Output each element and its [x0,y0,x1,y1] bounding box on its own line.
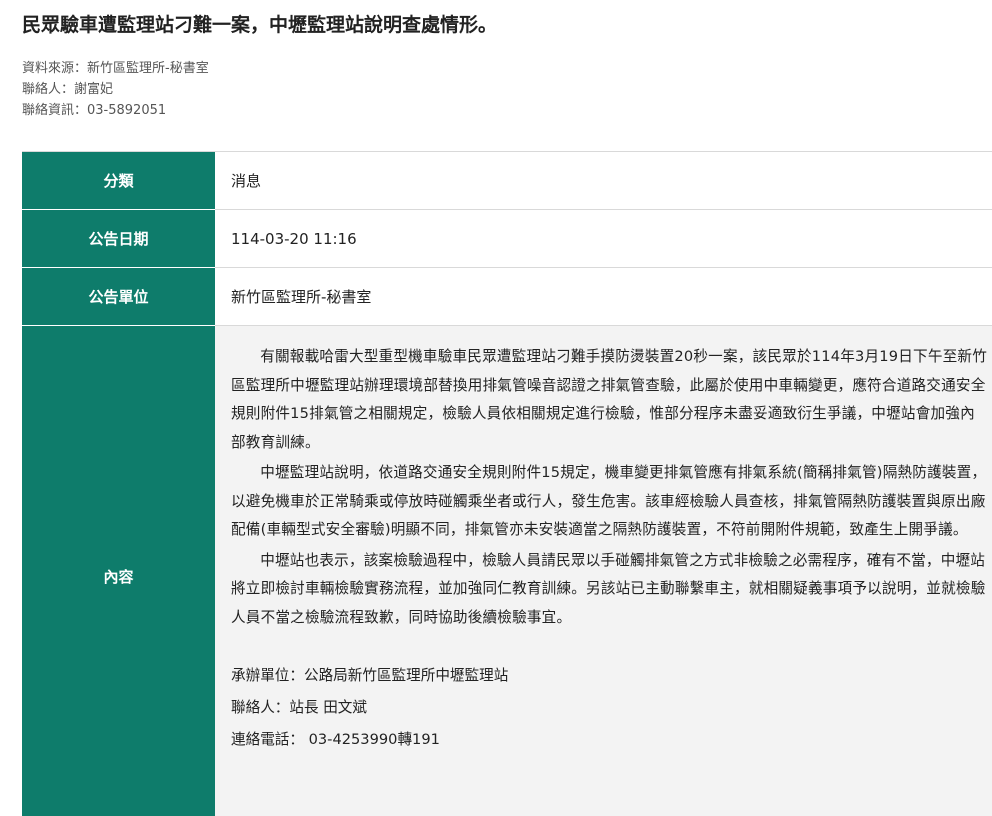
article-meta: 資料來源：新竹區監理所-秘書室 聯絡人：謝富妃 聯絡資訊：03-5892051 [22,58,209,121]
contact-phone: 連絡電話： 03-4253990轉191 [231,731,440,748]
content-paragraph-1: 有關報載哈雷大型重型機車驗車民眾遭監理站刁難手摸防燙裝置20秒一案，該民眾於11… [231,348,987,451]
row-date: 公告日期 114-03-20 11:16 [22,210,992,268]
handling-unit: 承辦單位：公路局新竹區監理所中壢監理站 [231,667,509,684]
category-value: 消息 [215,152,992,209]
date-value: 114-03-20 11:16 [215,210,992,267]
content-body: 有關報載哈雷大型重型機車驗車民眾遭監理站刁難手摸防燙裝置20秒一案，該民眾於11… [215,326,992,816]
content-paragraph-2: 中壢監理站說明，依道路交通安全規則附件15規定，機車變更排氣管應有排氣系統(簡稱… [231,464,987,538]
meta-contact-person: 聯絡人：謝富妃 [22,82,114,97]
date-label: 公告日期 [22,210,215,268]
page-title: 民眾驗車遭監理站刁難一案，中壢監理站說明查處情形。 [22,14,498,36]
contact-person: 聯絡人：站長 田文斌 [231,699,367,716]
page: 民眾驗車遭監理站刁難一案，中壢監理站說明查處情形。 資料來源：新竹區監理所-秘書… [0,0,992,816]
info-table: 分類 消息 公告日期 114-03-20 11:16 公告單位 新竹區監理所-秘… [22,151,992,816]
category-label: 分類 [22,152,215,210]
row-category: 分類 消息 [22,152,992,210]
row-content: 內容 有關報載哈雷大型重型機車驗車民眾遭監理站刁難手摸防燙裝置20秒一案，該民眾… [22,326,992,816]
unit-label: 公告單位 [22,268,215,326]
content-label: 內容 [22,326,215,816]
content-paragraph-3: 中壢站也表示，該案檢驗過程中，檢驗人員請民眾以手碰觸排氣管之方式非檢驗之必需程序… [231,551,986,626]
meta-source: 資料來源：新竹區監理所-秘書室 [22,61,209,76]
contact-block: 承辦單位：公路局新竹區監理所中壢監理站 聯絡人：站長 田文斌 連絡電話： 03-… [231,660,988,756]
meta-contact-info: 聯絡資訊：03-5892051 [22,103,167,118]
unit-value: 新竹區監理所-秘書室 [215,268,992,325]
row-unit: 公告單位 新竹區監理所-秘書室 [22,268,992,326]
